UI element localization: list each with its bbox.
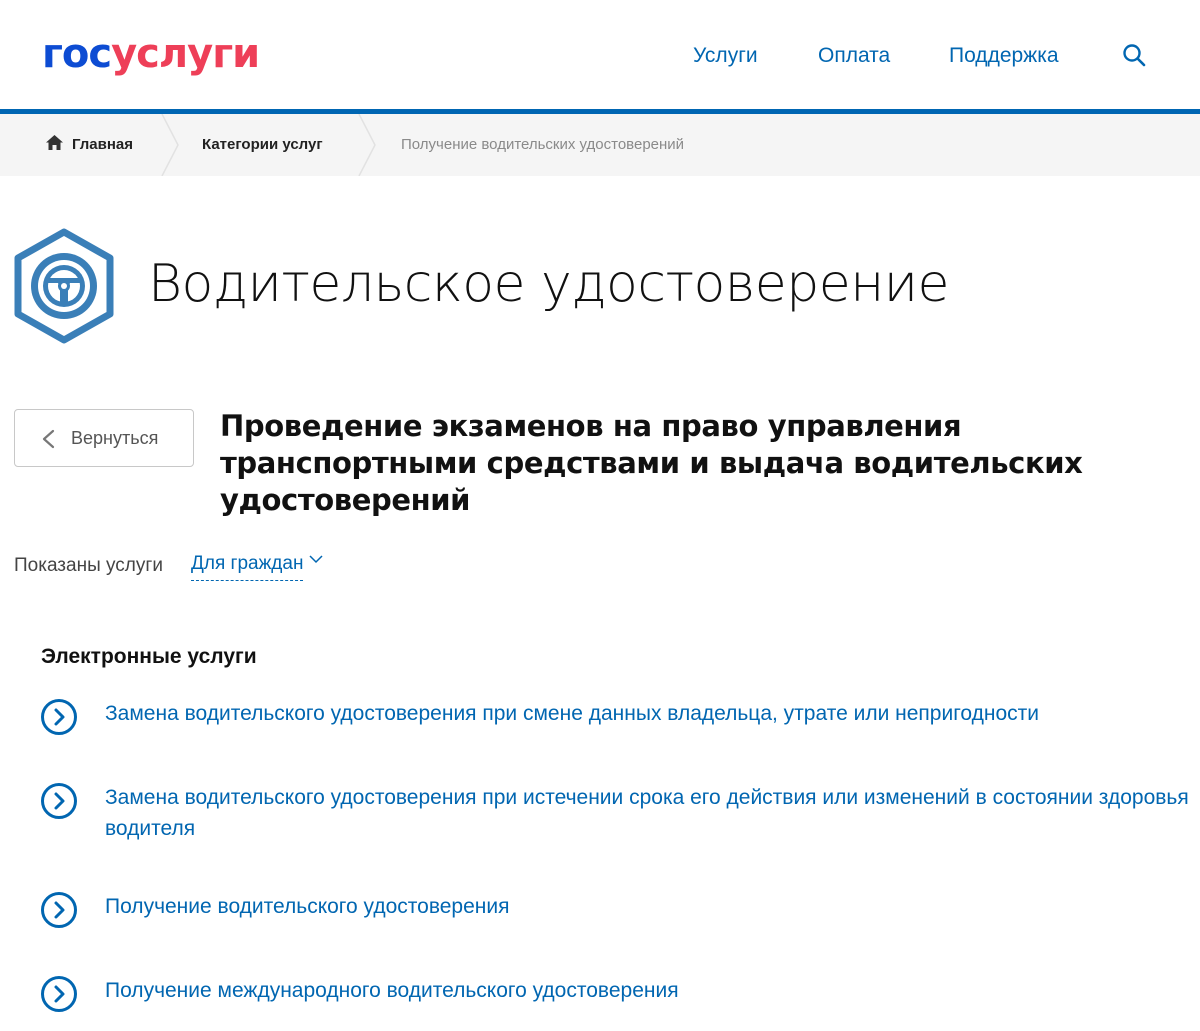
breadcrumb-home[interactable]: Главная [45,114,133,176]
arrow-circle-right-icon [40,698,78,736]
page-title: Водительское удостоверение [148,254,950,314]
chevron-down-icon [309,552,323,566]
service-link-label: Получение водительского удостоверения [105,895,510,918]
home-icon [45,116,64,150]
back-button-label: Вернуться [71,428,159,448]
audience-filter-dropdown[interactable]: Для граждан [191,550,323,584]
service-link[interactable]: Получение международного водительского у… [40,975,1190,1015]
service-link-label: Получение международного водительского у… [105,979,679,1002]
site-header: госуслуги Услуги Оплата Поддержка [0,0,1200,111]
search-icon[interactable] [1122,43,1150,71]
arrow-circle-right-icon [40,891,78,929]
back-button[interactable]: Вернуться [14,409,194,467]
arrow-circle-right-icon [40,782,78,820]
service-link[interactable]: Замена водительского удостоверения при и… [40,782,1190,846]
service-link-label: Замена водительского удостоверения при и… [105,786,1189,840]
service-group-title: Проведение экзаменов на право управления… [220,409,1083,517]
breadcrumb-home-label: Главная [72,136,134,153]
logo-part-gos: гос [42,31,112,77]
breadcrumb-current: Получение водительских удостоверений [401,136,685,153]
service-link[interactable]: Получение водительского удостоверения [40,891,1190,931]
breadcrumb-separator [357,113,377,177]
arrow-circle-right-icon [40,975,78,1013]
breadcrumb-categories[interactable]: Категории услуг [202,114,323,176]
section-title-electronic-services: Электронные услуги [41,645,257,668]
chevron-left-icon [39,429,59,449]
filter-value: Для граждан [191,550,304,581]
nav-payment[interactable]: Оплата [818,42,890,70]
nav-support[interactable]: Поддержка [949,42,1059,70]
logo-part-uslugi: услуги [111,31,260,77]
filter-label: Показаны услуги [14,555,163,576]
gosuslugi-logo[interactable]: госуслуги [42,30,260,78]
breadcrumb-separator [160,113,180,177]
service-link-label: Замена водительского удостоверения при с… [105,702,1039,725]
nav-services[interactable]: Услуги [693,42,758,70]
service-link[interactable]: Замена водительского удостоверения при с… [40,698,1190,738]
steering-wheel-icon [12,228,116,344]
breadcrumb: Главная Категории услуг Получение водите… [0,113,1200,177]
